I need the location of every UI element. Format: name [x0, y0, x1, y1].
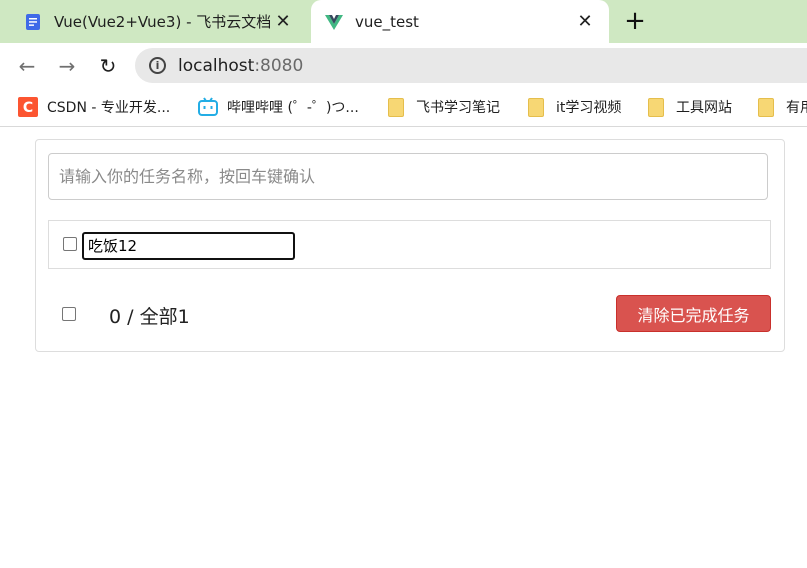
bookmark-csdn[interactable]: C CSDN - 专业开发...	[18, 95, 170, 119]
bookmark-folder-feishu[interactable]: 飞书学习笔记	[388, 95, 500, 119]
bookmark-label: it学习视频	[556, 100, 622, 116]
bookmark-bilibili[interactable]: 哔哩哔哩 (゜-゜)つ...	[198, 95, 359, 119]
csdn-icon: C	[18, 97, 38, 117]
tab-title: Vue(Vue2+Vue3) - 飞书云文档	[54, 13, 272, 31]
select-all-checkbox[interactable]	[62, 307, 76, 321]
bookmark-label: 工具网站	[676, 100, 732, 116]
reload-button[interactable]: ↻	[95, 53, 121, 79]
todo-item-edit-input[interactable]: 吃饭12	[82, 232, 295, 260]
svg-text:C: C	[23, 100, 33, 116]
document-icon	[26, 13, 40, 30]
folder-icon	[528, 97, 544, 117]
folder-icon	[648, 97, 664, 117]
bookmark-label: CSDN - 专业开发...	[47, 100, 171, 116]
tab-title: vue_test	[355, 12, 419, 31]
todo-list: 吃饭12	[48, 220, 771, 269]
address-bar[interactable]: i localhost:8080	[135, 48, 807, 83]
todo-item: 吃饭12	[49, 221, 770, 268]
tab-vue-test[interactable]: vue_test ✕	[311, 0, 609, 43]
todo-footer: 0 / 全部1 清除已完成任务	[36, 295, 784, 335]
folder-icon	[388, 97, 404, 117]
close-tab-icon[interactable]: ✕	[575, 12, 595, 32]
bookmark-label: 有用	[786, 100, 807, 116]
back-button[interactable]: ←	[14, 53, 40, 79]
bookmarks-bar: C CSDN - 专业开发... 哔哩哔哩 (゜-゜)つ... 飞书学习笔记 i…	[0, 89, 807, 127]
tab-feishu-doc[interactable]: Vue(Vue2+Vue3) - 飞书云文档 ✕	[0, 0, 307, 43]
close-tab-icon[interactable]: ✕	[273, 12, 293, 32]
clear-done-button[interactable]: 清除已完成任务	[616, 295, 771, 332]
todo-container: 吃饭12 0 / 全部1 清除已完成任务	[35, 139, 785, 352]
done-counter: 0 / 全部1	[109, 306, 190, 328]
todo-item-checkbox[interactable]	[63, 237, 77, 251]
tab-strip: Vue(Vue2+Vue3) - 飞书云文档 ✕ vue_test ✕ +	[0, 0, 807, 43]
vue-logo-icon	[325, 14, 343, 30]
url-host: localhost	[178, 55, 255, 76]
url-port: :8080	[254, 55, 304, 76]
task-name-input[interactable]	[48, 153, 768, 200]
bookmark-folder-it[interactable]: it学习视频	[528, 95, 621, 119]
bookmark-folder-useful[interactable]: 有用	[758, 95, 807, 119]
bookmark-folder-tools[interactable]: 工具网站	[648, 95, 732, 119]
bilibili-icon	[198, 97, 218, 116]
new-tab-button[interactable]: +	[622, 8, 648, 35]
bookmark-label: 哔哩哔哩 (゜-゜)つ...	[227, 100, 359, 116]
folder-icon	[758, 97, 774, 117]
bookmark-label: 飞书学习笔记	[416, 100, 500, 116]
forward-button[interactable]: →	[54, 53, 80, 79]
browser-toolbar: ← → ↻ i localhost:8080	[0, 43, 807, 89]
info-icon[interactable]: i	[149, 57, 166, 74]
